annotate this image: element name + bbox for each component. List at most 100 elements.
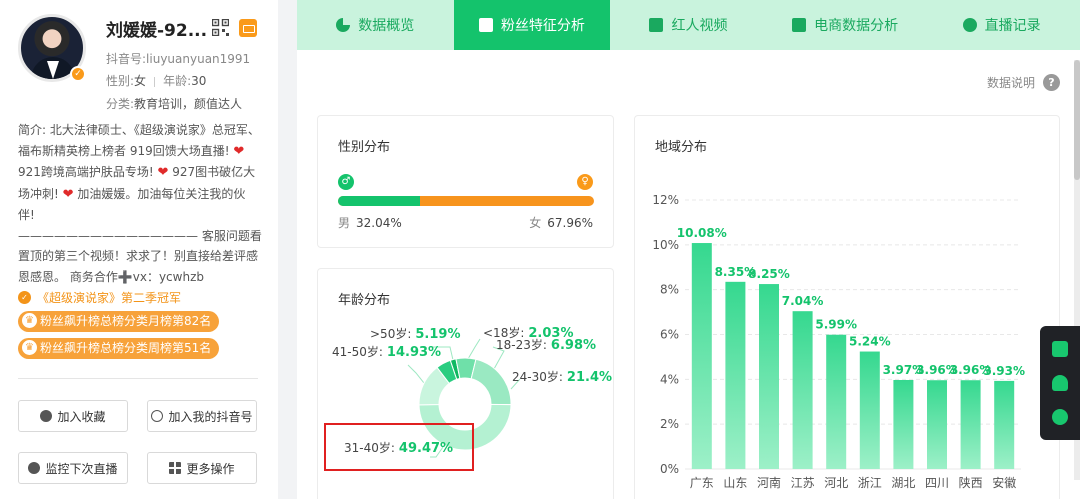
region-bar[interactable]: [859, 351, 880, 469]
bio-text: ——————————————— 客服问题看置顶的第三个视频！求求了！别直接给差评…: [18, 228, 262, 284]
phone-icon[interactable]: [1052, 341, 1068, 357]
tab-data-overview[interactable]: 数据概览: [297, 0, 454, 50]
female-icon: ♀: [577, 174, 593, 190]
age-range: 41-50岁:: [332, 345, 383, 359]
rank-badge-monthly[interactable]: 粉丝飙升榜总榜分类月榜第82名: [18, 311, 220, 332]
tab-label: 直播记录: [984, 18, 1041, 34]
age-leader-line: [467, 338, 481, 360]
age-range: 24-30岁:: [512, 370, 563, 384]
region-bar[interactable]: [759, 284, 779, 469]
bar-value-label: 5.24%: [849, 335, 891, 349]
verified-badge-icon: ✓: [70, 66, 86, 82]
bio-text: 简介: 北大法律硕士、《超级演说家》总冠军、福布斯精英榜上榜者 919回馈大场直…: [18, 123, 260, 158]
region-bar[interactable]: [826, 334, 847, 469]
gender-bar: [338, 196, 594, 206]
tab-fan-analysis[interactable]: 粉丝特征分析: [453, 0, 611, 50]
add-my-account-button[interactable]: 加入我的抖音号: [147, 400, 257, 432]
tab-live-records[interactable]: 直播记录: [923, 0, 1080, 50]
male-value: 32.04%: [356, 216, 402, 230]
help-icon[interactable]: ?: [1043, 74, 1060, 91]
pie-chart-icon: [336, 18, 351, 32]
region-bar[interactable]: [927, 380, 947, 469]
gender-value: 女: [134, 74, 147, 88]
scrollbar-thumb[interactable]: [1074, 60, 1080, 180]
douyin-id: 抖音号:liuyuanyuan1991: [106, 52, 251, 66]
age-value: 5.19%: [415, 327, 461, 342]
region-bar[interactable]: [994, 380, 1015, 469]
clock-icon: [962, 18, 977, 32]
divider: [18, 378, 258, 379]
plus-circle-icon: [151, 410, 164, 422]
age-label-over50: >50岁: 5.19%: [370, 325, 460, 342]
gender-label: 性别:: [106, 74, 135, 88]
category-label: 分类:: [106, 97, 135, 111]
profile-panel: ✓ 刘媛媛-92... 抖音号:liuyuanyuan1991 性别:女 年龄:3…: [0, 0, 278, 499]
y-tick-label: 4%: [660, 372, 679, 386]
x-tick-label: 湖北: [891, 475, 915, 490]
heart-icon: [40, 410, 53, 422]
monitor-live-button[interactable]: 监控下次直播: [18, 452, 128, 484]
age-donut-slice[interactable]: [470, 358, 512, 406]
female-stat: 女 67.96%: [529, 214, 593, 231]
rank-badge-weekly[interactable]: 粉丝飙升榜总榜分类周榜第51名: [18, 338, 220, 359]
headset-icon[interactable]: [1052, 375, 1068, 391]
highlight-annotation-box: [324, 423, 474, 471]
x-tick-label: 江苏: [791, 476, 815, 490]
shop-icon[interactable]: [239, 19, 257, 37]
region-bar[interactable]: [960, 380, 981, 469]
age-range: 18-23岁:: [496, 338, 547, 352]
x-tick-label: 河南: [757, 475, 781, 490]
tab-label: 数据概览: [358, 18, 415, 34]
x-tick-label: 四川: [925, 476, 949, 490]
bar-value-label: 5.99%: [815, 318, 857, 332]
x-tick-label: 河北: [824, 476, 848, 490]
age-label-41-50: 41-50岁: 14.93%: [332, 343, 441, 360]
add-my-account-label: 加入我的抖音号: [168, 409, 253, 424]
id-card-icon: [478, 18, 493, 32]
heart-icon: ❤: [157, 165, 169, 180]
grid-icon: [169, 462, 182, 474]
age-value: 30: [191, 74, 207, 88]
heart-icon: ❤: [62, 186, 74, 202]
more-actions-button[interactable]: 更多操作: [147, 452, 257, 484]
bar-value-label: 8.25%: [748, 267, 790, 281]
male-label: 男: [338, 216, 351, 230]
bar-value-label: 7.04%: [782, 294, 824, 308]
region-card: 地域分布 0% 2% 4% 6% 8% 10% 12% 10.08% 8.35% 8.25% 7.…: [634, 115, 1060, 499]
shop-icon: [792, 18, 807, 32]
age-label-24-30: 24-30岁: 21.4%: [512, 368, 612, 385]
monitor-icon: [28, 462, 41, 474]
x-tick-label: 安徽: [992, 475, 1016, 490]
male-icon: ♂: [338, 174, 354, 190]
y-tick-label: 12%: [652, 193, 679, 207]
tab-influencer-videos[interactable]: 红人视频: [610, 0, 767, 50]
x-tick-label: 广东: [690, 476, 714, 490]
female-label: 女: [529, 216, 542, 230]
check-icon: ✓: [18, 291, 31, 304]
profile-name: 刘媛媛-92...: [106, 21, 208, 41]
wechat-icon[interactable]: [1052, 409, 1068, 425]
region-bar[interactable]: [725, 281, 746, 469]
tab-label: 粉丝特征分析: [500, 18, 585, 34]
profile-bio: 简介: 北大法律硕士、《超级演说家》总冠军、福布斯精英榜上榜者 919回馈大场直…: [18, 120, 262, 287]
tab-label: 红人视频: [671, 18, 728, 34]
award: ✓ 《超级演说家》第二季冠军: [18, 289, 181, 306]
y-tick-label: 8%: [660, 283, 679, 297]
tab-bar: 数据概览 粉丝特征分析 红人视频 电商数据分析 直播记录: [297, 0, 1080, 50]
region-bar[interactable]: [893, 380, 914, 469]
region-bar[interactable]: [792, 311, 813, 469]
tab-label: 电商数据分析: [814, 18, 899, 34]
y-tick-label: 0%: [660, 462, 679, 476]
age-value: 6.98%: [550, 338, 597, 353]
y-tick-label: 2%: [660, 417, 679, 431]
data-note[interactable]: 数据说明 ?: [987, 74, 1060, 91]
region-bar[interactable]: [691, 243, 712, 469]
monitor-live-label: 监控下次直播: [45, 461, 118, 476]
x-tick-label: 浙江: [858, 476, 882, 490]
add-favorite-button[interactable]: 加入收藏: [18, 400, 128, 432]
age-label-18-23: 18-23岁: 6.98%: [496, 336, 596, 353]
qr-code-icon[interactable]: [212, 19, 229, 36]
tab-ecommerce-analysis[interactable]: 电商数据分析: [767, 0, 924, 50]
y-tick-label: 10%: [652, 238, 679, 252]
gender-age-line: 性别:女 年龄:30: [106, 72, 206, 89]
